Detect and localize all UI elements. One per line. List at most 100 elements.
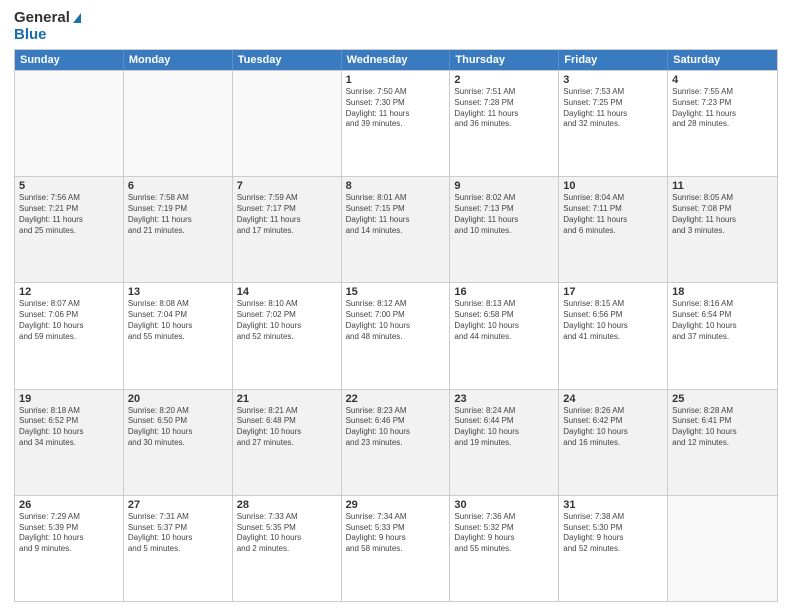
cell-info-line: Sunrise: 7:51 AM xyxy=(454,87,554,98)
calendar-row-0: 1Sunrise: 7:50 AMSunset: 7:30 PMDaylight… xyxy=(15,70,777,176)
cell-info-line: Sunset: 5:32 PM xyxy=(454,523,554,534)
cell-info-line: Sunrise: 7:55 AM xyxy=(672,87,773,98)
cell-info-line: Sunrise: 8:16 AM xyxy=(672,299,773,310)
day-number: 26 xyxy=(19,499,119,511)
day-cell-19: 19Sunrise: 8:18 AMSunset: 6:52 PMDayligh… xyxy=(15,390,124,495)
day-header-saturday: Saturday xyxy=(668,50,777,70)
cell-info-line: Daylight: 9 hours xyxy=(454,533,554,544)
day-cell-26: 26Sunrise: 7:29 AMSunset: 5:39 PMDayligh… xyxy=(15,496,124,601)
cell-info-line: Sunrise: 8:07 AM xyxy=(19,299,119,310)
day-cell-8: 8Sunrise: 8:01 AMSunset: 7:15 PMDaylight… xyxy=(342,177,451,282)
cell-info-line: and 12 minutes. xyxy=(672,438,773,449)
day-number: 16 xyxy=(454,286,554,298)
cell-info-line: and 44 minutes. xyxy=(454,332,554,343)
day-cell-13: 13Sunrise: 8:08 AMSunset: 7:04 PMDayligh… xyxy=(124,283,233,388)
cell-info-line: Sunrise: 8:18 AM xyxy=(19,406,119,417)
cell-info-line: Sunrise: 7:34 AM xyxy=(346,512,446,523)
cell-info-line: Daylight: 10 hours xyxy=(454,427,554,438)
cell-info-line: Daylight: 11 hours xyxy=(346,215,446,226)
day-number: 11 xyxy=(672,180,773,192)
cell-info-line: Daylight: 10 hours xyxy=(19,533,119,544)
calendar-body: 1Sunrise: 7:50 AMSunset: 7:30 PMDaylight… xyxy=(15,70,777,601)
cell-info-line: Sunset: 6:48 PM xyxy=(237,416,337,427)
cell-info-line: Sunrise: 7:59 AM xyxy=(237,193,337,204)
day-cell-20: 20Sunrise: 8:20 AMSunset: 6:50 PMDayligh… xyxy=(124,390,233,495)
cell-info-line: Sunset: 7:06 PM xyxy=(19,310,119,321)
cell-info-line: Sunrise: 8:13 AM xyxy=(454,299,554,310)
cell-info-line: Sunset: 6:56 PM xyxy=(563,310,663,321)
cell-info-line: Sunset: 6:42 PM xyxy=(563,416,663,427)
cell-info-line: Daylight: 10 hours xyxy=(672,427,773,438)
day-cell-28: 28Sunrise: 7:33 AMSunset: 5:35 PMDayligh… xyxy=(233,496,342,601)
cell-info-line: and 55 minutes. xyxy=(454,544,554,555)
day-header-monday: Monday xyxy=(124,50,233,70)
day-cell-15: 15Sunrise: 8:12 AMSunset: 7:00 PMDayligh… xyxy=(342,283,451,388)
day-cell-23: 23Sunrise: 8:24 AMSunset: 6:44 PMDayligh… xyxy=(450,390,559,495)
day-header-tuesday: Tuesday xyxy=(233,50,342,70)
day-number: 23 xyxy=(454,393,554,405)
empty-cell xyxy=(233,71,342,176)
cell-info-line: Sunset: 6:41 PM xyxy=(672,416,773,427)
day-number: 12 xyxy=(19,286,119,298)
cell-info-line: Daylight: 10 hours xyxy=(237,533,337,544)
cell-info-line: Sunrise: 8:21 AM xyxy=(237,406,337,417)
cell-info-line: and 41 minutes. xyxy=(563,332,663,343)
empty-cell xyxy=(668,496,777,601)
cell-info-line: Sunrise: 7:50 AM xyxy=(346,87,446,98)
cell-info-line: and 36 minutes. xyxy=(454,119,554,130)
cell-info-line: and 2 minutes. xyxy=(237,544,337,555)
cell-info-line: and 28 minutes. xyxy=(672,119,773,130)
cell-info-line: Sunrise: 7:29 AM xyxy=(19,512,119,523)
day-header-thursday: Thursday xyxy=(450,50,559,70)
cell-info-line: Sunrise: 8:08 AM xyxy=(128,299,228,310)
day-cell-31: 31Sunrise: 7:38 AMSunset: 5:30 PMDayligh… xyxy=(559,496,668,601)
cell-info-line: Daylight: 10 hours xyxy=(128,321,228,332)
cell-info-line: Sunrise: 8:01 AM xyxy=(346,193,446,204)
cell-info-line: Sunrise: 8:02 AM xyxy=(454,193,554,204)
cell-info-line: Sunrise: 8:12 AM xyxy=(346,299,446,310)
day-cell-16: 16Sunrise: 8:13 AMSunset: 6:58 PMDayligh… xyxy=(450,283,559,388)
day-number: 10 xyxy=(563,180,663,192)
day-cell-18: 18Sunrise: 8:16 AMSunset: 6:54 PMDayligh… xyxy=(668,283,777,388)
cell-info-line: and 55 minutes. xyxy=(128,332,228,343)
empty-cell xyxy=(124,71,233,176)
cell-info-line: Daylight: 10 hours xyxy=(19,427,119,438)
cell-info-line: Daylight: 11 hours xyxy=(454,109,554,120)
day-number: 28 xyxy=(237,499,337,511)
cell-info-line: Sunset: 7:15 PM xyxy=(346,204,446,215)
cell-info-line: Sunrise: 8:15 AM xyxy=(563,299,663,310)
calendar-header: SundayMondayTuesdayWednesdayThursdayFrid… xyxy=(15,50,777,70)
cell-info-line: and 3 minutes. xyxy=(672,226,773,237)
cell-info-line: Daylight: 11 hours xyxy=(128,215,228,226)
cell-info-line: Sunset: 7:08 PM xyxy=(672,204,773,215)
cell-info-line: Sunrise: 7:56 AM xyxy=(19,193,119,204)
cell-info-line: Sunset: 7:13 PM xyxy=(454,204,554,215)
day-number: 24 xyxy=(563,393,663,405)
day-number: 21 xyxy=(237,393,337,405)
calendar-row-3: 19Sunrise: 8:18 AMSunset: 6:52 PMDayligh… xyxy=(15,389,777,495)
cell-info-line: Daylight: 10 hours xyxy=(237,427,337,438)
cell-info-line: Sunset: 6:54 PM xyxy=(672,310,773,321)
cell-info-line: and 21 minutes. xyxy=(128,226,228,237)
cell-info-line: Daylight: 11 hours xyxy=(563,215,663,226)
cell-info-line: Daylight: 10 hours xyxy=(237,321,337,332)
day-number: 5 xyxy=(19,180,119,192)
cell-info-line: Daylight: 9 hours xyxy=(346,533,446,544)
cell-info-line: Sunset: 7:19 PM xyxy=(128,204,228,215)
day-number: 17 xyxy=(563,286,663,298)
cell-info-line: Sunset: 7:28 PM xyxy=(454,98,554,109)
cell-info-line: and 30 minutes. xyxy=(128,438,228,449)
cell-info-line: and 52 minutes. xyxy=(237,332,337,343)
day-header-sunday: Sunday xyxy=(15,50,124,70)
day-cell-10: 10Sunrise: 8:04 AMSunset: 7:11 PMDayligh… xyxy=(559,177,668,282)
day-number: 4 xyxy=(672,74,773,86)
cell-info-line: Sunset: 5:37 PM xyxy=(128,523,228,534)
cell-info-line: Sunset: 7:23 PM xyxy=(672,98,773,109)
day-number: 29 xyxy=(346,499,446,511)
day-number: 25 xyxy=(672,393,773,405)
day-number: 19 xyxy=(19,393,119,405)
empty-cell xyxy=(15,71,124,176)
cell-info-line: Sunset: 7:17 PM xyxy=(237,204,337,215)
cell-info-line: Sunrise: 8:04 AM xyxy=(563,193,663,204)
day-number: 13 xyxy=(128,286,228,298)
